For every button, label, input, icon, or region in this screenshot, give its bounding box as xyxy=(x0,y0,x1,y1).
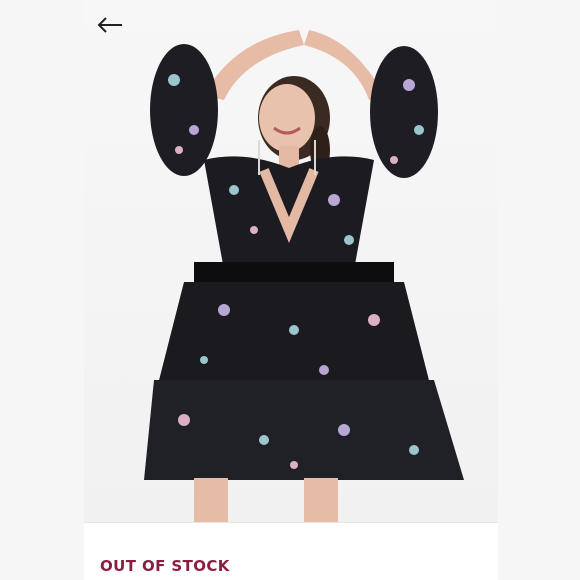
product-card: OUT OF STOCK xyxy=(84,0,498,580)
stock-status-bar: OUT OF STOCK xyxy=(84,522,498,580)
screen: OUT OF STOCK xyxy=(0,0,580,580)
product-image[interactable] xyxy=(84,0,498,522)
model-wearing-sequin-dress-illustration xyxy=(144,30,464,522)
back-button[interactable] xyxy=(94,12,126,38)
right-margin xyxy=(498,0,580,580)
out-of-stock-label: OUT OF STOCK xyxy=(100,557,230,575)
arrow-left-icon xyxy=(97,17,122,33)
left-margin xyxy=(0,0,84,580)
